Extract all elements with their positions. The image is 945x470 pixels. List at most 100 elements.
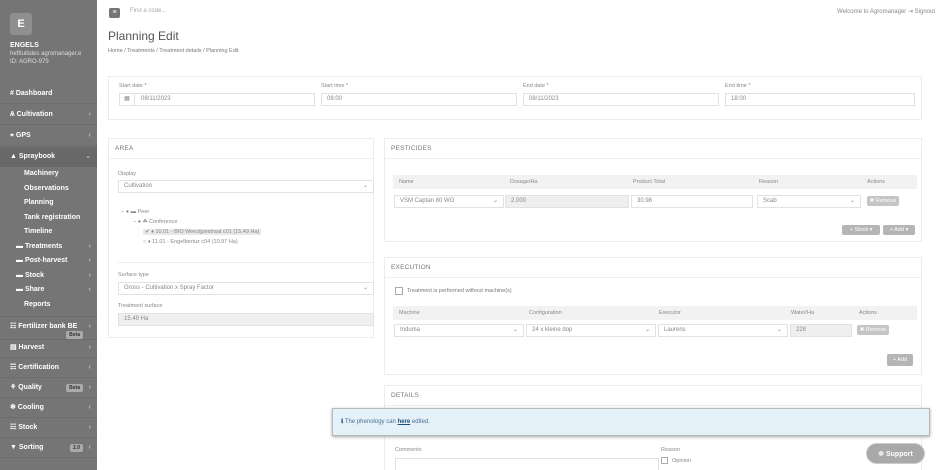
sidebar-item-dashboard[interactable]: # Dashboard	[0, 84, 97, 104]
sidebar-item-quality[interactable]: ⚘ Quality Beta ‹	[0, 378, 97, 398]
execution-title: EXECUTION	[391, 264, 431, 271]
area-panel: AREA Display Cultivation ⌄ − ● ▬ Peer − ●…	[108, 138, 374, 338]
col-actions: Actions	[867, 179, 886, 185]
chevron-down-icon: ⌄	[362, 183, 368, 189]
col-name: Name	[399, 179, 414, 185]
treatment-surface-field: 15.49 Ha	[118, 313, 374, 326]
start-date-field[interactable]: ▦ 08/11/2023	[119, 93, 315, 106]
sidebar-item-certification[interactable]: ☶ Certification ‹	[0, 358, 97, 378]
menu-icon[interactable]: ≡	[109, 8, 120, 18]
chevron-down-icon: ⌄	[492, 198, 498, 204]
col-executor: Executor	[659, 310, 681, 316]
page-title: Planning Edit	[108, 29, 179, 43]
configuration-select[interactable]: 24 x kleine dop ⌄	[526, 324, 656, 337]
sidebar-item-stock[interactable]: ☷ Stock ‹	[0, 418, 97, 438]
dates-panel: Start date * ▦ 08/11/2023 Start time * 08…	[108, 76, 922, 120]
chevron-down-icon: ⌄	[776, 327, 782, 333]
end-time-label: End time *	[725, 83, 751, 89]
execution-table-header	[393, 306, 917, 320]
tree-node-conference[interactable]: − ● ☘ Conference	[133, 219, 177, 225]
sidebar-subitem-timeline[interactable]: Timeline	[0, 225, 97, 240]
treatment-surface-label: Treatment surface	[118, 303, 163, 309]
end-time-field[interactable]: 18:00	[725, 93, 915, 106]
sidebar: E ENGELS hefttuibdes agromanager.e ID: A…	[0, 0, 97, 470]
sidebar-subitem-observations[interactable]: Observations	[0, 182, 97, 197]
col-dosage: Dosage/Ha	[510, 179, 538, 185]
sidebar-item-cooling[interactable]: ❄ Cooling ‹	[0, 398, 97, 418]
sidebar-subitem-post-harvest[interactable]: ▬ Post-harvest ‹	[0, 254, 97, 269]
support-button[interactable]: ✲ Support	[866, 443, 925, 464]
add-pesticide-button[interactable]: + Add ▾	[883, 225, 915, 235]
remove-pesticide-button[interactable]: ✖ Remove	[867, 196, 899, 206]
sidebar-item-spraybook[interactable]: ▲ Spraybook ⌄	[0, 147, 97, 167]
search-input[interactable]: Find a code...	[130, 8, 166, 14]
surface-type-select[interactable]: Gross - Cultivation x Spray Factor ⌄	[118, 282, 374, 295]
start-time-label: Start time *	[321, 83, 349, 89]
water-field[interactable]: 228	[790, 324, 852, 337]
tree-node-peer[interactable]: − ● ▬ Peer	[121, 209, 149, 215]
opinion-label: Opinion	[672, 458, 691, 464]
end-date-label: End date *	[523, 83, 549, 89]
area-title: AREA	[115, 145, 134, 152]
chevron-down-icon: ⌄	[512, 327, 518, 333]
comments-field[interactable]	[395, 458, 659, 470]
breadcrumb[interactable]: Home / Treatments / Treatment details / …	[108, 48, 239, 54]
phenology-alert: ℹ The phenology can here edited.	[332, 408, 930, 436]
sidebar-subitem-tank-registration[interactable]: Tank registration	[0, 211, 97, 226]
details-title: DETAILS	[391, 392, 420, 399]
pesticide-name-select[interactable]: VSM Captan 80 WG ⌄	[394, 195, 504, 208]
no-machine-label: Treatment is performed without machine(s…	[407, 288, 512, 294]
opinion-checkbox[interactable]	[661, 457, 668, 464]
pesticides-panel: PESTICIDES Name Dosage/Ha Product Total …	[384, 138, 922, 242]
machine-select[interactable]: Induma ⌄	[394, 324, 524, 337]
chevron-down-icon: ⌄	[362, 285, 368, 291]
display-label: Display	[118, 171, 137, 177]
chevron-down-icon: ⌄	[644, 327, 650, 333]
add-machine-button[interactable]: + Add	[887, 354, 913, 366]
stock-button[interactable]: + Stock ▾	[842, 225, 880, 235]
sidebar-subitem-stock[interactable]: ▬ Stock ‹	[0, 269, 97, 284]
sidebar-item-sorting[interactable]: ▼ Sorting 2.0 ‹	[0, 438, 97, 458]
tree-node-plot-selected[interactable]: ✔ ♦ 10.01 - BIO Weezijpestraat c01 (15.4…	[143, 229, 262, 235]
dosage-field[interactable]: 2.000	[505, 195, 629, 208]
col-machine: Machine	[399, 310, 420, 316]
beta-badge: Beta	[66, 384, 83, 392]
sidebar-subitem-treatments[interactable]: ▬ Treatments ‹	[0, 240, 97, 255]
chevron-left-icon: ‹	[88, 132, 91, 139]
sidebar-item-gps[interactable]: ⌖ GPS ‹	[0, 126, 97, 146]
pesticides-title: PESTICIDES	[391, 145, 432, 152]
product-total-field[interactable]: 30.98	[631, 195, 753, 208]
info-icon: ℹ	[341, 419, 344, 425]
no-machine-checkbox[interactable]	[395, 287, 403, 295]
company-name: ENGELS	[10, 42, 39, 49]
chevron-down-icon: ⌄	[849, 198, 855, 204]
chevron-down-icon: ⌄	[85, 153, 91, 160]
tree-node-plot[interactable]: ○ ♦ 11.01 - Engelbertuz c04 (10.97 Ha)	[143, 239, 238, 245]
start-time-field[interactable]: 08:00	[321, 93, 517, 106]
sidebar-item-cultivation[interactable]: Ѧ Cultivation ‹	[0, 105, 97, 125]
col-actions: Actions	[859, 310, 878, 316]
top-bar: ≡ Find a code... Welcome to Agromanager …	[97, 0, 945, 28]
display-select[interactable]: Cultivation ⌄	[118, 180, 374, 193]
col-water: Water/Ha	[791, 310, 815, 316]
execution-panel: EXECUTION Treatment is performed without…	[384, 257, 922, 375]
col-reason: Reason	[759, 179, 778, 185]
calendar-icon[interactable]: ▦	[120, 94, 135, 105]
phenology-here-link[interactable]: here	[398, 419, 411, 425]
col-product-total: Product Total	[633, 179, 666, 185]
remove-machine-button[interactable]: ✖ Remove	[857, 325, 889, 335]
sidebar-subitem-reports[interactable]: Reports	[0, 298, 97, 313]
user-email: hefttuibdes agromanager.e	[10, 51, 82, 57]
sidebar-subitem-machinery[interactable]: Machinery	[0, 167, 97, 182]
end-date-field[interactable]: 08/11/2023	[523, 93, 719, 106]
sidebar-subitem-planning[interactable]: Planning	[0, 196, 97, 211]
sidebar-item-fertilizer-bank[interactable]: ☷ Fertilizer bank BE Beta ‹	[0, 316, 97, 340]
sidebar-subitem-share[interactable]: ▬ Share ‹	[0, 283, 97, 298]
company-logo[interactable]: E	[10, 13, 32, 35]
welcome-signout[interactable]: Welcome to Agromanager ⇥ Signout	[837, 8, 935, 15]
comments-label: Comments	[395, 447, 422, 453]
executor-select[interactable]: Laurens ⌄	[658, 324, 788, 337]
sidebar-item-harvest[interactable]: ▤ Harvest ‹	[0, 338, 97, 358]
chevron-left-icon: ‹	[88, 111, 91, 118]
reason-select[interactable]: Scab ⌄	[757, 195, 861, 208]
